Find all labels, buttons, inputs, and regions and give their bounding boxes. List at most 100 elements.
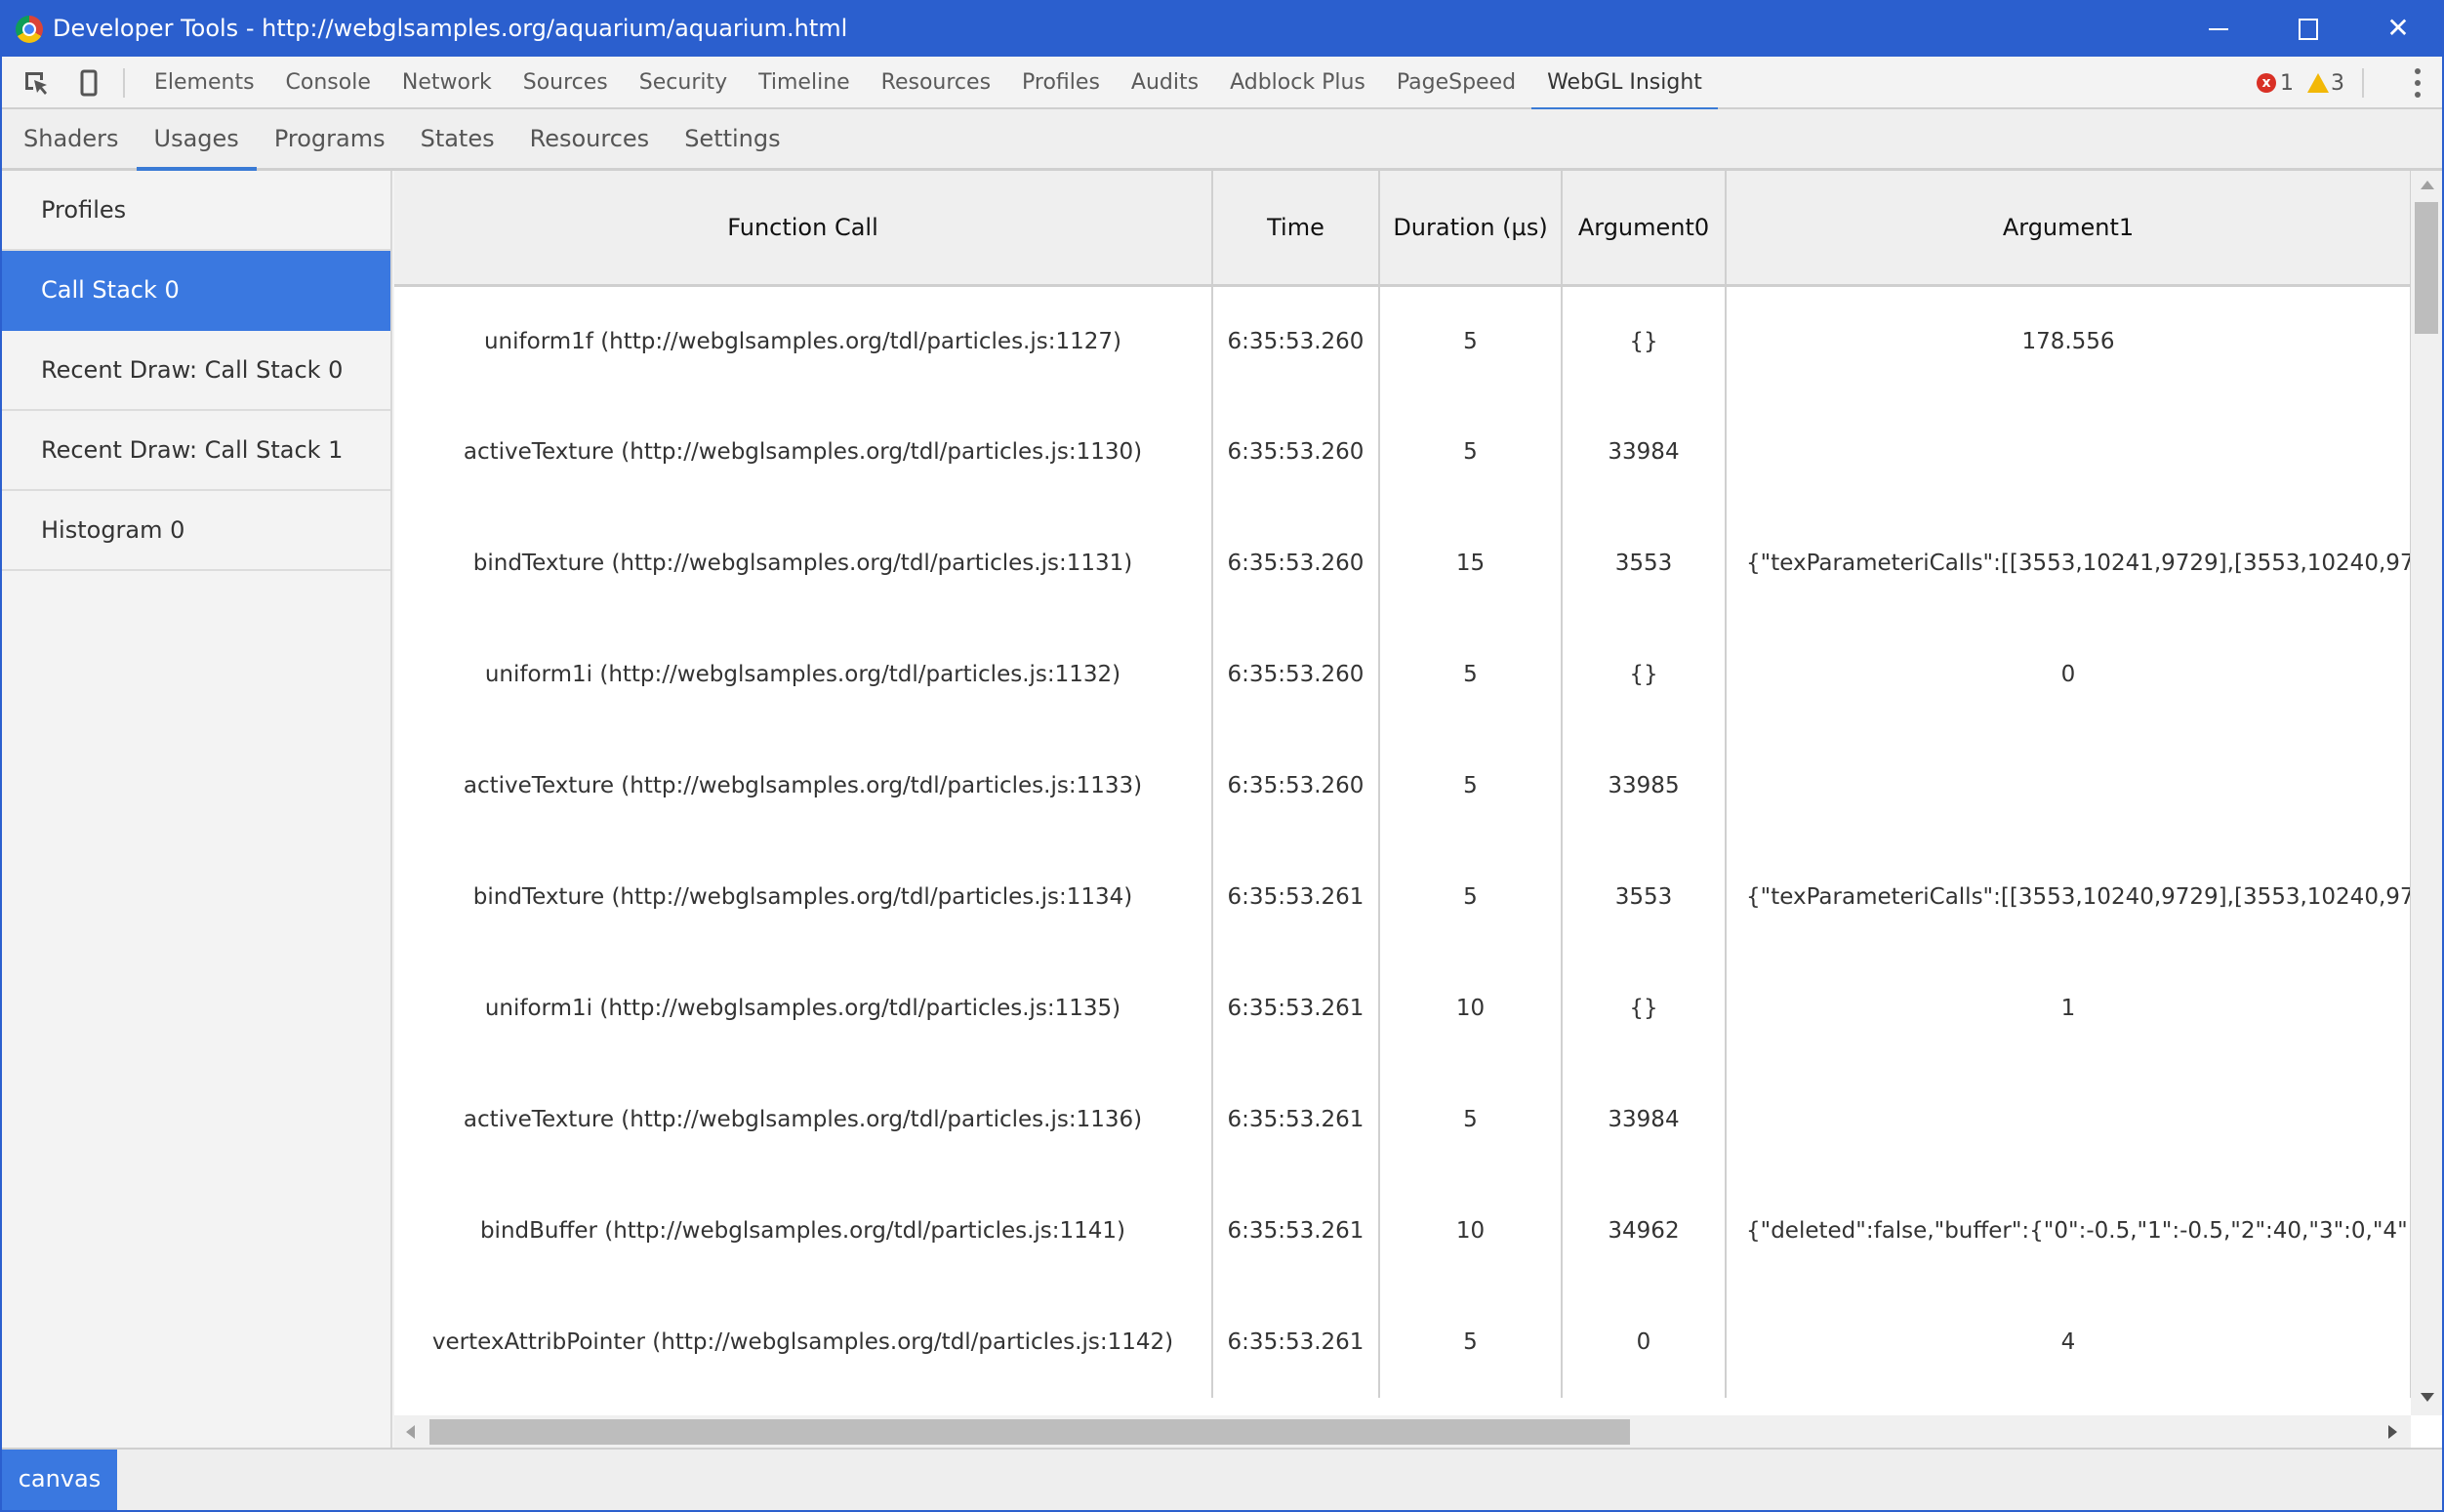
subtab-usages[interactable]: Usages xyxy=(136,109,258,171)
scroll-left-icon[interactable] xyxy=(406,1425,415,1439)
column-header-duration[interactable]: Duration (µs) xyxy=(1379,171,1563,287)
cell-function-call: uniform1f (http://webglsamples.org/tdl/p… xyxy=(394,285,1213,396)
cell-argument1: 0 xyxy=(1726,619,2411,730)
canvas-tab[interactable]: canvas xyxy=(2,1450,117,1510)
vertical-scrollbar[interactable] xyxy=(2411,171,2442,1415)
sidebar-item-recent-draw-call-stack-0[interactable]: Recent Draw: Call Stack 0 xyxy=(2,331,390,411)
tab-adblock-plus[interactable]: Adblock Plus xyxy=(1214,57,1381,109)
tab-pagespeed[interactable]: PageSpeed xyxy=(1381,57,1531,109)
cell-argument0: {} xyxy=(1562,619,1727,730)
tab-webgl-insight[interactable]: WebGL Insight xyxy=(1531,57,1718,111)
cell-function-call: bindTexture (http://webglsamples.org/tdl… xyxy=(394,841,1213,953)
table-row[interactable]: activeTexture (http://webglsamples.org/t… xyxy=(394,1064,2411,1175)
tab-security[interactable]: Security xyxy=(624,57,743,109)
cell-argument0: 33984 xyxy=(1562,1064,1727,1175)
cell-argument0: 3553 xyxy=(1562,841,1727,953)
cell-time: 6:35:53.260 xyxy=(1212,396,1380,508)
horizontal-scroll-thumb[interactable] xyxy=(429,1419,1630,1445)
cell-argument1: {"deleted":false,"buffer":{"0":-0.5,"1":… xyxy=(1726,1175,2411,1287)
table-row[interactable]: uniform1f (http://webglsamples.org/tdl/p… xyxy=(394,285,2411,396)
chrome-logo-icon xyxy=(16,16,43,43)
sidebar-item-histogram-0[interactable]: Histogram 0 xyxy=(2,491,390,571)
call-table: Function Call Time Duration (µs) Argumen… xyxy=(394,171,2411,1398)
cell-function-call: activeTexture (http://webglsamples.org/t… xyxy=(394,1064,1213,1175)
scroll-down-icon[interactable] xyxy=(2421,1393,2434,1402)
tab-resources[interactable]: Resources xyxy=(866,57,1006,109)
cell-function-call: bindBuffer (http://webglsamples.org/tdl/… xyxy=(394,1175,1213,1287)
cell-argument1: {"texParameteriCalls":[[3553,10241,9729]… xyxy=(1726,508,2411,619)
cell-duration: 5 xyxy=(1379,285,1563,396)
device-mode-icon[interactable] xyxy=(74,68,103,98)
table-row[interactable]: vertexAttribPointer (http://webglsamples… xyxy=(394,1287,2411,1398)
cell-function-call: vertexAttribPointer (http://webglsamples… xyxy=(394,1287,1213,1398)
cell-argument1 xyxy=(1726,730,2411,841)
cell-argument0: {} xyxy=(1562,953,1727,1064)
tab-console[interactable]: Console xyxy=(270,57,387,109)
scroll-up-icon[interactable] xyxy=(2421,181,2434,189)
sidebar-item-profiles[interactable]: Profiles xyxy=(2,171,390,251)
close-icon: ✕ xyxy=(2386,12,2410,44)
column-header-argument0[interactable]: Argument0 xyxy=(1562,171,1727,287)
subtab-settings[interactable]: Settings xyxy=(667,109,797,168)
scroll-right-icon[interactable] xyxy=(2388,1425,2397,1439)
cell-argument1: 1 xyxy=(1726,953,2411,1064)
table-row[interactable]: activeTexture (http://webglsamples.org/t… xyxy=(394,396,2411,508)
subtab-states[interactable]: States xyxy=(403,109,512,168)
cell-function-call: activeTexture (http://webglsamples.org/t… xyxy=(394,396,1213,508)
cell-time: 6:35:53.261 xyxy=(1212,1175,1380,1287)
cell-argument1 xyxy=(1726,1064,2411,1175)
close-button[interactable]: ✕ xyxy=(2353,0,2443,57)
sidebar-item-call-stack-0[interactable]: Call Stack 0 xyxy=(2,251,390,331)
table-header-row: Function Call Time Duration (µs) Argumen… xyxy=(394,171,2411,287)
cell-time: 6:35:53.260 xyxy=(1212,730,1380,841)
cell-function-call: uniform1i (http://webglsamples.org/tdl/p… xyxy=(394,953,1213,1064)
maximize-button[interactable] xyxy=(2263,0,2353,57)
sidebar-item-recent-draw-call-stack-1[interactable]: Recent Draw: Call Stack 1 xyxy=(2,411,390,491)
table-row[interactable]: bindTexture (http://webglsamples.org/tdl… xyxy=(394,508,2411,619)
tab-timeline[interactable]: Timeline xyxy=(743,57,866,109)
column-header-argument1[interactable]: Argument1 xyxy=(1726,171,2411,287)
status-separator xyxy=(2362,68,2364,98)
minimize-button[interactable] xyxy=(2174,0,2263,57)
more-options-icon[interactable] xyxy=(2413,68,2423,98)
table-row[interactable]: bindBuffer (http://webglsamples.org/tdl/… xyxy=(394,1175,2411,1287)
cell-function-call: bindTexture (http://webglsamples.org/tdl… xyxy=(394,508,1213,619)
toolbar-separator xyxy=(123,68,125,98)
cell-duration: 10 xyxy=(1379,953,1563,1064)
scrollbar-corner xyxy=(2411,1415,2442,1448)
subtab-resources[interactable]: Resources xyxy=(512,109,668,168)
horizontal-scrollbar[interactable] xyxy=(394,1415,2411,1448)
tab-profiles[interactable]: Profiles xyxy=(1006,57,1116,109)
table-row[interactable]: bindTexture (http://webglsamples.org/tdl… xyxy=(394,841,2411,953)
inspect-element-icon[interactable] xyxy=(21,68,51,98)
cell-duration: 15 xyxy=(1379,508,1563,619)
cell-argument0: 0 xyxy=(1562,1287,1727,1398)
cell-time: 6:35:53.260 xyxy=(1212,285,1380,396)
cell-argument1: 4 xyxy=(1726,1287,2411,1398)
window-title: Developer Tools - http://webglsamples.or… xyxy=(53,15,848,42)
tab-network[interactable]: Network xyxy=(387,57,508,109)
table-row[interactable]: uniform1i (http://webglsamples.org/tdl/p… xyxy=(394,953,2411,1064)
cell-duration: 5 xyxy=(1379,619,1563,730)
title-bar: Developer Tools - http://webglsamples.or… xyxy=(2,0,2442,57)
tab-sources[interactable]: Sources xyxy=(508,57,624,109)
vertical-scroll-thumb[interactable] xyxy=(2415,202,2438,334)
subtab-programs[interactable]: Programs xyxy=(257,109,403,168)
column-header-time[interactable]: Time xyxy=(1212,171,1380,287)
column-header-function-call[interactable]: Function Call xyxy=(394,171,1213,287)
error-icon: x xyxy=(2257,73,2276,93)
sidebar: Profiles Call Stack 0 Recent Draw: Call … xyxy=(2,171,392,1448)
cell-duration: 5 xyxy=(1379,730,1563,841)
tab-elements[interactable]: Elements xyxy=(139,57,270,109)
subtab-shaders[interactable]: Shaders xyxy=(6,109,137,168)
cell-argument0: 33985 xyxy=(1562,730,1727,841)
table-row[interactable]: uniform1i (http://webglsamples.org/tdl/p… xyxy=(394,619,2411,730)
table-row[interactable]: activeTexture (http://webglsamples.org/t… xyxy=(394,730,2411,841)
tab-audits[interactable]: Audits xyxy=(1116,57,1214,109)
error-count: 1 xyxy=(2280,70,2294,96)
cell-time: 6:35:53.261 xyxy=(1212,841,1380,953)
cell-argument1 xyxy=(1726,396,2411,508)
warning-icon xyxy=(2307,73,2329,93)
cell-time: 6:35:53.260 xyxy=(1212,619,1380,730)
console-status[interactable]: x 1 3 xyxy=(2257,57,2364,109)
